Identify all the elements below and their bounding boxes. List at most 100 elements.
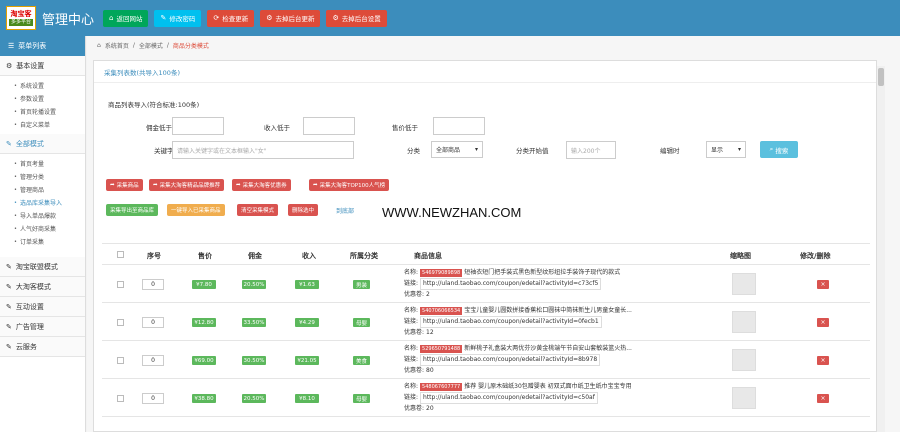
collect-coupon-button[interactable]: ➦ 采集大淘客优惠券 [232,179,291,191]
sidebar-section-dataoke[interactable]: ✎ 大淘客模式 [0,277,85,297]
edit-icon: ✎ [6,322,12,331]
sidebar-item-custom-menu[interactable]: • 自定义菜单 [0,118,85,131]
coupon-count: 12 [426,329,434,336]
sidebar-item-collect-import[interactable]: • 选品库采集导入 [0,196,85,209]
sidebar-item-categories[interactable]: • 管理分类 [0,170,85,183]
commission-badge: 30.50% [242,356,266,365]
home-icon: ⌂ [97,41,101,49]
product-link[interactable]: http://uland.taobao.com/coupon/edetail?a… [420,316,602,328]
close-icon: × [820,357,826,364]
bullet-icon: • [14,212,17,219]
sidebar-section-cloud[interactable]: ✎ 云服务 [0,337,85,357]
table-row: 0 ¥38.80 20.50% ¥8.10 母婴 名称: 548067607777… [102,379,870,417]
product-link[interactable]: http://uland.taobao.com/coupon/edetail?a… [420,278,602,290]
sidebar-section-taobao[interactable]: ✎ 淘宝联盟模式 [0,257,85,277]
order-input[interactable]: 0 [142,393,164,404]
sidebar-item-carousel[interactable]: • 首页轮播设置 [0,105,85,118]
breadcrumb-home[interactable]: 系统首页 [105,41,129,50]
product-title: 推荐 婴儿原木础纸30包赠婴表 初双式面巾纸卫生纸巾宝宝专用 [464,383,632,390]
price-input[interactable] [433,117,485,135]
keyword-input[interactable]: 请输入关键字或在文本框输入"女" [172,141,354,159]
vertical-scrollbar[interactable] [877,66,885,432]
bullet-icon: • [14,95,17,102]
product-title: 新鲜桃子礼盒装大两优芬沙黄金桃端午节自安山套敏装篮火热... [464,345,632,352]
bullet-icon: • [14,121,17,128]
col-thumb: 缩略图 [730,252,751,260]
select-all-checkbox[interactable] [117,251,124,258]
sort-select[interactable]: 显示 ▾ [706,141,746,158]
row-checkbox[interactable] [117,395,124,402]
delete-button[interactable]: × [817,318,829,327]
sidebar-section-ads[interactable]: ✎ 广告管理 [0,317,85,337]
bullet-icon: • [14,173,17,180]
home-button[interactable]: ⌂ 返回网站 [103,9,149,27]
share-icon: ➦ [110,182,115,188]
chevron-down-icon: ▾ [737,146,741,153]
product-link[interactable]: http://uland.taobao.com/coupon/edetail?a… [420,392,598,404]
sidebar-item-system[interactable]: • 系统设置 [0,79,85,92]
edit-icon: ✎ [6,282,12,291]
income-input[interactable] [303,117,355,135]
delete-selected-button[interactable]: 删除选中 [288,204,319,216]
scrollbar-thumb[interactable] [878,68,884,86]
bullet-icon: • [14,108,17,115]
share-icon: ➦ [153,182,158,188]
search-button[interactable]: ⌕ 搜索 [760,141,798,158]
scroll-bottom-link[interactable]: 到底部 [336,206,354,215]
sidebar-item-import-single[interactable]: • 导入单品爆款 [0,209,85,222]
remove-update-button[interactable]: ⚙ 去掉后台更新 [260,9,321,27]
check-update-button[interactable]: ⟳ 检查更新 [207,9,255,27]
sidebar-section-basic[interactable]: ⚙ 基本设置 [0,56,85,76]
collect-panel: 采集列表数(共导入100条) 商品列表导入(符合标准:100条) 佣金低于 收入… [93,60,877,432]
collect-top100-button[interactable]: ➦ 采集大淘客TOP100人气榜 [309,179,390,191]
row-checkbox[interactable] [117,281,124,288]
pencil-icon: ✎ [160,14,167,22]
col-income: 收入 [302,252,316,260]
sidebar-item-home-review[interactable]: • 首页考量 [0,157,85,170]
price-badge: ¥69.00 [192,356,216,365]
order-input[interactable]: 0 [142,317,164,328]
export-to-library-button[interactable]: 采集导出至商品库 [106,204,159,216]
row-checkbox[interactable] [117,319,124,326]
collect-brand-button[interactable]: ➦ 采集大淘客精品品牌推荐 [149,179,225,191]
product-thumbnail [732,349,756,371]
sidebar: ☰ 菜单列表 ⚙ 基本设置 • 系统设置 • 参数设置 • 首页轮播设置 • 自定义菜单 ✎… [0,36,86,432]
sidebar-item-orders[interactable]: • 订单采集 [0,235,85,248]
product-link[interactable]: http://uland.taobao.com/coupon/edetail?a… [420,354,601,366]
keyword-label: 关键字 [154,147,174,155]
order-input[interactable]: 输入200个 [566,141,616,159]
import-collected-button[interactable]: 一键导入已采集商品 [167,204,225,216]
remove-settings-button[interactable]: ⚙ 去掉后台设置 [326,9,387,27]
sidebar-section-all-mode[interactable]: ✎ 全部模式 [0,134,85,154]
col-edit-delete: 修改/删除 [800,252,831,260]
delete-button[interactable]: × [817,356,829,365]
change-password-button[interactable]: ✎ 修改密码 [154,9,202,27]
bullet-icon: • [14,186,17,193]
sidebar-item-popular[interactable]: • 人气好商采集 [0,222,85,235]
sidebar-section-interact[interactable]: ✎ 互动设置 [0,297,85,317]
price-label: 售价低于 [392,124,418,132]
commission-badge: 20.50% [242,280,266,289]
bullet-icon: • [14,82,17,89]
sidebar-item-products[interactable]: • 管理商品 [0,183,85,196]
category-badge: 母婴 [353,394,371,403]
logo-subtext: 多多平台 [8,19,33,26]
product-info: 名称: 546979089898 短袖衣短门把手装式黑色新型纹形纽拉手装饰子现代的款… [404,269,621,298]
delete-button[interactable]: × [817,394,829,403]
import-summary: 商品列表导入(符合标准:100条) [108,101,200,109]
income-label: 收入低于 [264,124,290,132]
logo[interactable]: 淘宝客 多多平台 [6,6,36,30]
product-id: 548067607777 [420,383,463,391]
order-input[interactable]: 0 [142,355,164,366]
row-checkbox[interactable] [117,357,124,364]
delete-button[interactable]: × [817,280,829,289]
order-input[interactable]: 0 [142,279,164,290]
breadcrumb-mode[interactable]: 全部模式 [139,41,163,50]
commission-badge: 33.50% [242,318,266,327]
commission-input[interactable] [172,117,224,135]
breadcrumb: ⌂ 系统首页 / 全部模式 / 商品分类模式 [97,41,209,50]
clear-collect-button[interactable]: 清空采集模式 [237,204,279,216]
category-select[interactable]: 全部商品 ▾ [431,141,483,158]
collect-products-button[interactable]: ➦ 采集商品 [106,179,143,191]
sidebar-item-params[interactable]: • 参数设置 [0,92,85,105]
